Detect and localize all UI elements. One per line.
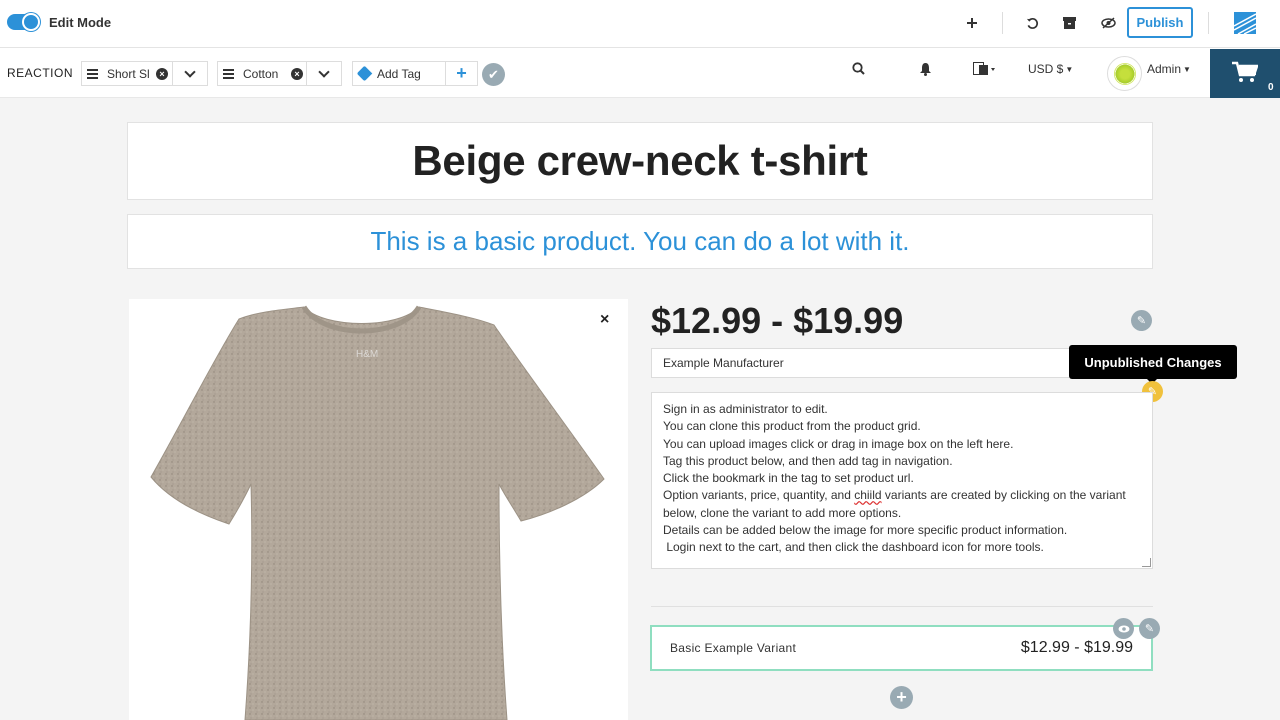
product-title[interactable]: Beige crew-neck t-shirt [412, 137, 868, 185]
edit-mode-toggle[interactable] [7, 13, 40, 31]
product-subtitle[interactable]: This is a basic product. You can do a lo… [370, 226, 909, 257]
reaction-logo-icon[interactable] [1234, 12, 1256, 34]
check-icon[interactable]: ✔ [482, 63, 505, 86]
tshirt-image: H&M [150, 305, 605, 720]
description-line: You can upload images click or drag in i… [663, 436, 1014, 451]
manufacturer-field[interactable]: Example Manufacturer [651, 348, 1071, 378]
product-title-card[interactable]: Beige crew-neck t-shirt [127, 122, 1153, 200]
toolbar-divider [1002, 12, 1003, 34]
brand-name[interactable]: REACTION [7, 66, 73, 80]
undo-icon[interactable] [1022, 12, 1042, 34]
unpublished-changes-tooltip: Unpublished Changes [1069, 345, 1237, 384]
admin-bar: Edit Mode Publish [0, 0, 1280, 48]
eye-slash-icon[interactable] [1098, 12, 1118, 34]
currency-label: USD $ [1028, 62, 1064, 76]
cart-button[interactable]: 0 [1210, 49, 1280, 98]
caret-down-icon: ▼ [1183, 64, 1191, 74]
plus-icon[interactable] [962, 12, 982, 34]
caret-down-icon: ▼ [1065, 64, 1074, 74]
add-tag-plus-icon[interactable]: + [445, 62, 477, 85]
add-tag-input[interactable]: Add Tag [375, 62, 445, 85]
currency-dropdown[interactable]: USD $ ▼ [1028, 62, 1073, 76]
search-icon[interactable] [852, 62, 865, 75]
description-textarea[interactable]: Sign in as administrator to edit. You ca… [651, 392, 1153, 569]
nav-tag-cotton[interactable]: Cotton × [217, 61, 342, 86]
language-icon[interactable] [973, 62, 995, 76]
cart-count: 0 [1268, 82, 1274, 93]
description-line: Option variants, price, quantity, and ch… [663, 487, 1141, 504]
eye-icon[interactable] [1113, 618, 1134, 639]
publish-button[interactable]: Publish [1127, 7, 1193, 38]
product-image-dropzone[interactable]: H&M [129, 299, 628, 720]
description-line: Login next to the cart, and then click t… [663, 540, 1044, 555]
archive-icon[interactable] [1059, 12, 1079, 34]
variant-row[interactable]: Basic Example Variant $12.99 - $19.99 [650, 625, 1153, 671]
bell-icon[interactable] [919, 62, 932, 76]
avatar[interactable] [1107, 56, 1142, 91]
edit-mode-label: Edit Mode [49, 15, 112, 30]
description-line: Click the bookmark in the tag to set pro… [663, 471, 914, 486]
svg-text:H&M: H&M [356, 349, 378, 360]
user-name: Admin [1147, 62, 1182, 76]
description-text: variants are created by clicking on the … [881, 488, 1126, 503]
description-line: Details can be added below the image for… [663, 523, 1068, 538]
product-subtitle-card[interactable]: This is a basic product. You can do a lo… [127, 214, 1153, 269]
misspelled-word: chiild [854, 488, 882, 503]
variant-price: $12.99 - $19.99 [1020, 639, 1133, 656]
product-price: $12.99 - $19.99 [651, 300, 904, 341]
tag-icon [353, 62, 375, 85]
drag-handle-icon[interactable] [218, 62, 238, 85]
toggle-knob [22, 13, 40, 31]
remove-tag-icon[interactable]: × [152, 62, 172, 85]
chevron-down-icon[interactable] [172, 62, 207, 85]
avatar-image [1113, 62, 1136, 85]
navbar: REACTION Short Sl × Cotton × Add Tag + [0, 48, 1280, 98]
description-line: Sign in as administrator to edit. [663, 402, 828, 416]
tag-label[interactable]: Short Sl [102, 62, 152, 85]
chevron-down-icon[interactable] [306, 62, 341, 85]
remove-image-icon[interactable]: × [600, 311, 609, 329]
toolbar-divider [1208, 12, 1209, 34]
description-line: You can clone this product from the prod… [663, 419, 921, 434]
description-text: Option variants, price, quantity, and [663, 488, 855, 503]
user-dropdown[interactable]: Admin ▼ [1147, 62, 1191, 76]
cart-icon [1232, 61, 1259, 90]
nav-tag-short-sleeve[interactable]: Short Sl × [81, 61, 208, 86]
add-tag-field[interactable]: Add Tag + [352, 61, 478, 86]
edit-variant-pencil-icon[interactable]: ✎ [1139, 618, 1160, 639]
add-variant-button[interactable]: + [890, 686, 913, 709]
remove-tag-icon[interactable]: × [288, 62, 306, 85]
tag-label[interactable]: Cotton [238, 62, 288, 85]
resize-handle[interactable] [1142, 558, 1151, 567]
variant-name: Basic Example Variant [670, 641, 797, 655]
description-line: below, clone the variant to add more opt… [663, 505, 902, 520]
description-line: Tag this product below, and then add tag… [663, 453, 953, 468]
drag-handle-icon[interactable] [82, 62, 102, 85]
section-divider [651, 606, 1153, 607]
edit-pencil-icon[interactable]: ✎ [1131, 310, 1152, 331]
